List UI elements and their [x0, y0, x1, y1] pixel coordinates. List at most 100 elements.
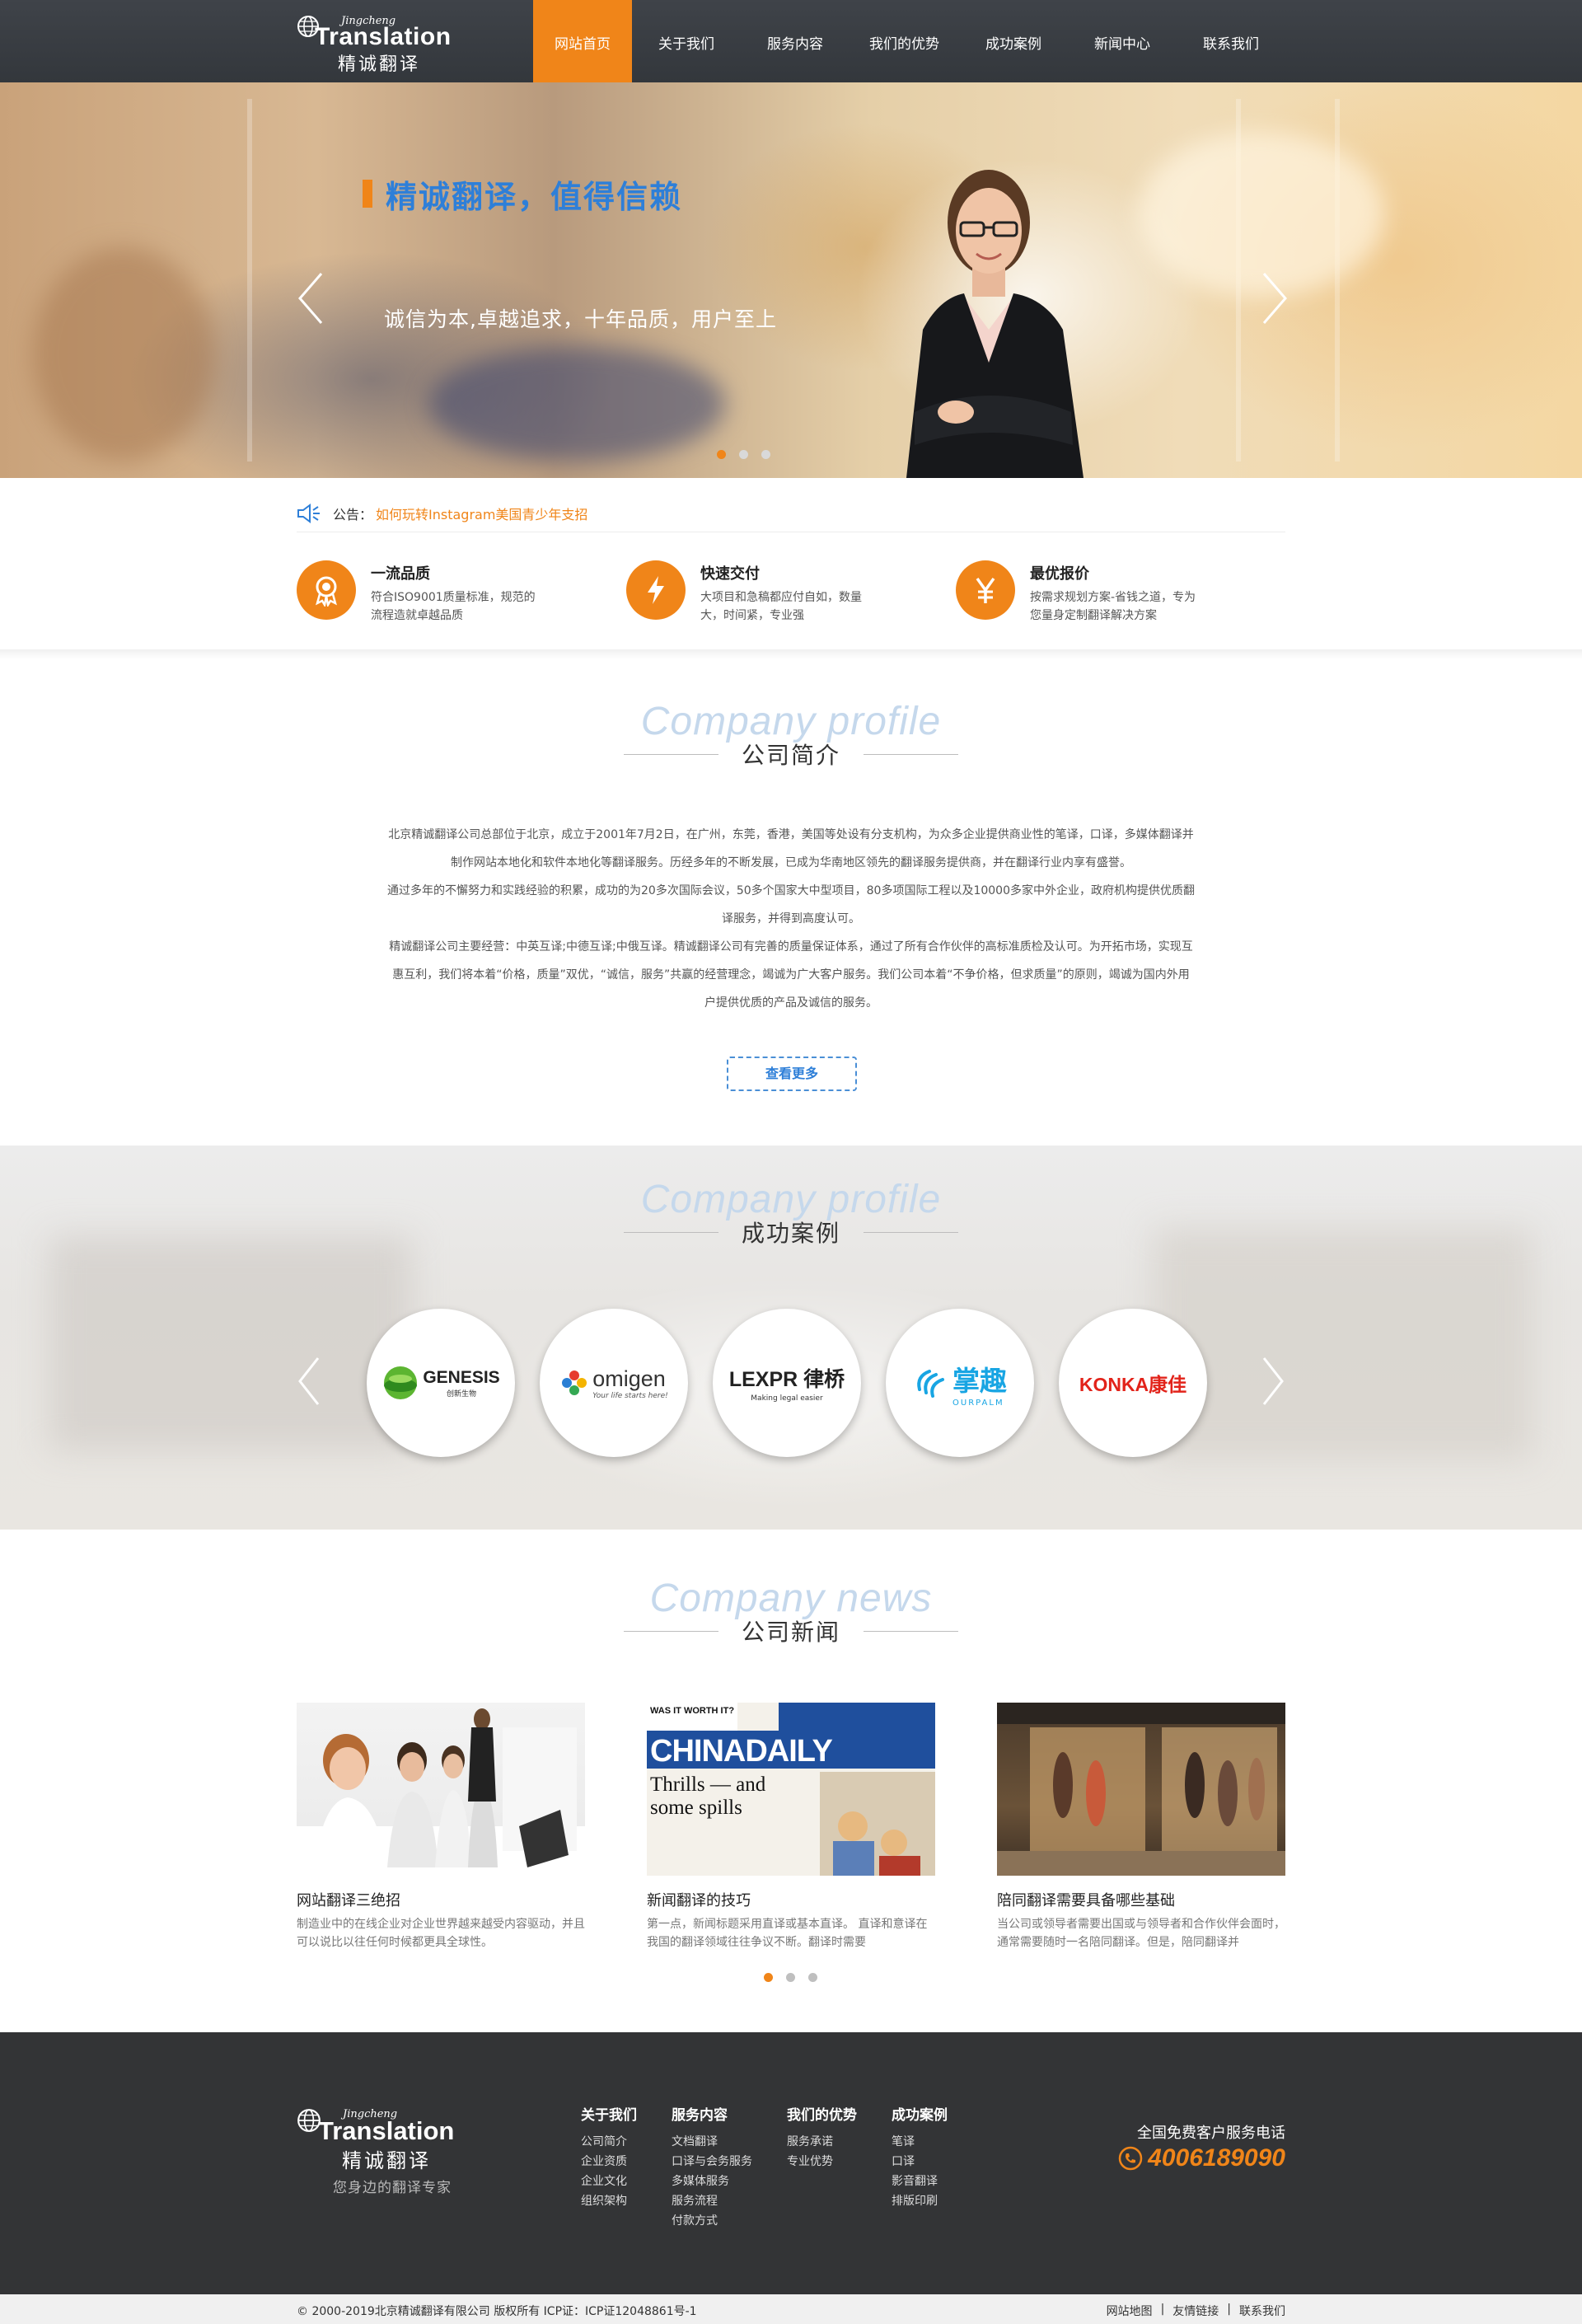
footer-link[interactable]: 企业文化	[581, 2172, 637, 2191]
view-more-button[interactable]: 查看更多	[727, 1057, 857, 1091]
paper-headline: Thrills — and	[650, 1773, 766, 1796]
cases-bg-detail	[49, 1236, 412, 1450]
footer-link[interactable]: 影音翻译	[892, 2172, 948, 2191]
cases-next-arrow[interactable]	[1261, 1356, 1285, 1406]
banner-title: 精诚翻译，值得信赖	[386, 178, 683, 215]
friend-links-link[interactable]: 友情链接	[1172, 2303, 1219, 2319]
footer-logo[interactable]: Jingcheng Translation 精诚翻译 您身边的翻译专家	[297, 2106, 494, 2197]
cases-section: Company profile 成功案例 GENESIS 创新生物 omigen…	[0, 1146, 1582, 1530]
footer-link[interactable]: 企业资质	[581, 2152, 637, 2172]
footer-col-about: 关于我们 公司简介 企业资质 企业文化 组织架构	[581, 2103, 637, 2231]
news-title[interactable]: 陪同翻译需要具备哪些基础	[997, 1889, 1285, 1910]
title-line	[623, 1630, 718, 1632]
nav-cases[interactable]: 成功案例	[959, 0, 1068, 82]
footer-link[interactable]: 专业优势	[787, 2152, 857, 2172]
news-item[interactable]: 陪同翻译需要具备哪些基础 当公司或领导者需要出国或与领导者和合作伙伴会面时，通常…	[997, 1703, 1285, 1952]
lightning-icon	[626, 560, 686, 620]
intro-paragraph: 北京精诚翻译公司总部位于北京，成立于2001年7月2日，在广州，东莞，香港，美国…	[388, 828, 1194, 869]
news-title[interactable]: 新闻翻译的技巧	[647, 1889, 935, 1910]
news-dot[interactable]	[764, 1973, 773, 1982]
footer-col-advantages: 我们的优势 服务承诺 专业优势	[787, 2103, 857, 2231]
cases-section-title: Company profile 成功案例	[0, 1177, 1582, 1249]
footer-link[interactable]: 文档翻译	[672, 2132, 752, 2152]
footer-link[interactable]: 服务流程	[672, 2191, 752, 2211]
paper-masthead: CHINADAILY	[650, 1734, 833, 1769]
bottom-links: 网站地图 | 友情链接 | 联系我们	[1098, 2303, 1285, 2319]
banner-dots	[717, 450, 770, 459]
news-dots	[764, 1973, 817, 1982]
nav-contact[interactable]: 联系我们	[1177, 0, 1285, 82]
client-sub: Your life starts here!	[592, 1391, 668, 1400]
client-name: 掌趣	[952, 1364, 1007, 1397]
footer-link[interactable]: 付款方式	[672, 2211, 752, 2231]
site-footer: Jingcheng Translation 精诚翻译 您身边的翻译专家 关于我们…	[0, 2032, 1582, 2294]
footer-link[interactable]: 公司简介	[581, 2132, 637, 2152]
client-logo-lexpr[interactable]: LEXPR 律桥 Making legal easier	[713, 1309, 861, 1457]
banner-headline-bar	[363, 180, 372, 208]
banner-dot[interactable]	[761, 450, 770, 459]
footer-col-title[interactable]: 关于我们	[581, 2103, 637, 2124]
hotline-number[interactable]: 4006189090	[1148, 2144, 1285, 2172]
nav-services[interactable]: 服务内容	[741, 0, 850, 82]
footer-col-title[interactable]: 成功案例	[892, 2103, 948, 2124]
client-name: omigen	[592, 1366, 666, 1391]
news-image-newspaper[interactable]: WAS IT WORTH IT? CHINADAILY Thrills — an…	[647, 1703, 935, 1876]
nav-news[interactable]: 新闻中心	[1068, 0, 1177, 82]
notice-bar: 公告： 如何玩转Instagram美国青少年支招	[297, 494, 1285, 532]
banner-prev-arrow[interactable]	[297, 272, 325, 325]
feature-desc: 按需求规划方案-省钱之道，专为您量身定制翻译解决方案	[1030, 591, 1196, 622]
footer-col-title[interactable]: 我们的优势	[787, 2103, 857, 2124]
news-image-team[interactable]	[297, 1703, 585, 1876]
contact-link[interactable]: 联系我们	[1239, 2303, 1285, 2319]
banner-next-arrow[interactable]	[1261, 272, 1289, 325]
footer-slogan: 您身边的翻译专家	[333, 2180, 452, 2196]
hero-banner	[0, 82, 1582, 478]
store-photo	[997, 1703, 1285, 1876]
site-logo[interactable]: Jingcheng Translation 精诚翻译	[297, 13, 470, 75]
client-name: LEXPR 律桥	[728, 1368, 845, 1391]
footer-link[interactable]: 口译与会务服务	[672, 2152, 752, 2172]
cases-prev-arrow[interactable]	[297, 1356, 321, 1406]
banner-headline: 精诚翻译，值得信赖	[363, 169, 682, 218]
banner-portrait	[906, 170, 1084, 478]
logo-en: Translation	[315, 23, 452, 50]
title-line	[623, 1231, 718, 1233]
footer-link[interactable]: 笔译	[892, 2132, 948, 2152]
footer-link[interactable]: 排版印刷	[892, 2191, 948, 2211]
footer-links: 关于我们 公司简介 企业资质 企业文化 组织架构 服务内容 文档翻译 口译与会务…	[581, 2103, 982, 2231]
banner-dot[interactable]	[717, 450, 726, 459]
footer-col-cases: 成功案例 笔译 口译 影音翻译 排版印刷	[892, 2103, 948, 2231]
news-dot[interactable]	[786, 1973, 795, 1982]
news-title[interactable]: 网站翻译三绝招	[297, 1889, 585, 1910]
footer-link[interactable]: 组织架构	[581, 2191, 637, 2211]
hotline-label: 全国免费客户服务电话	[1137, 2125, 1285, 2142]
news-image-store[interactable]	[997, 1703, 1285, 1876]
client-sub: Making legal easier	[751, 1394, 823, 1403]
sitemap-link[interactable]: 网站地图	[1107, 2303, 1153, 2319]
client-logo-konka[interactable]: KONKA康佳	[1059, 1309, 1207, 1457]
news-item[interactable]: 网站翻译三绝招 制造业中的在线企业对企业世界越来越受内容驱动，并且可以说比以往任…	[297, 1703, 585, 1952]
client-logo-omigen[interactable]: omigen Your life starts here!	[540, 1309, 688, 1457]
news-dot[interactable]	[808, 1973, 817, 1982]
company-intro: 北京精诚翻译公司总部位于北京，成立于2001年7月2日，在广州，东莞，香港，美国…	[387, 821, 1195, 1017]
footer-link[interactable]: 多媒体服务	[672, 2172, 752, 2191]
intro-paragraph: 精诚翻译公司主要经营：中英互译;中德互译;中俄互译。精诚翻译公司有完善的质量保证…	[389, 940, 1193, 1010]
feature-item: 一流品质 符合ISO9001质量标准，规范的流程造就卓越品质	[297, 560, 626, 635]
nav-home[interactable]: 网站首页	[533, 0, 632, 82]
nav-advantages[interactable]: 我们的优势	[850, 0, 959, 82]
client-logo-ourpalm[interactable]: 掌趣 OURPALM	[886, 1309, 1034, 1457]
medal-icon	[297, 560, 356, 620]
paper-top: WAS IT WORTH IT?	[650, 1706, 735, 1716]
banner-dot[interactable]	[739, 450, 748, 459]
news-item[interactable]: WAS IT WORTH IT? CHINADAILY Thrills — an…	[647, 1703, 935, 1952]
notice-link[interactable]: 如何玩转Instagram美国青少年支招	[376, 504, 587, 523]
footer-link[interactable]: 服务承诺	[787, 2132, 857, 2152]
nav-about[interactable]: 关于我们	[632, 0, 741, 82]
client-sub: OURPALM	[952, 1398, 1004, 1408]
client-logo-genesis[interactable]: GENESIS 创新生物	[367, 1309, 515, 1457]
footer-hotline: 全国免费客户服务电话 4006189090	[1104, 2121, 1285, 2172]
section-divider	[0, 649, 1582, 659]
footer-col-title[interactable]: 服务内容	[672, 2103, 752, 2124]
news-desc: 当公司或领导者需要出国或与领导者和合作伙伴会面时，通常需要随时一名陪同翻译。但是…	[997, 1918, 1285, 1949]
footer-link[interactable]: 口译	[892, 2152, 948, 2172]
